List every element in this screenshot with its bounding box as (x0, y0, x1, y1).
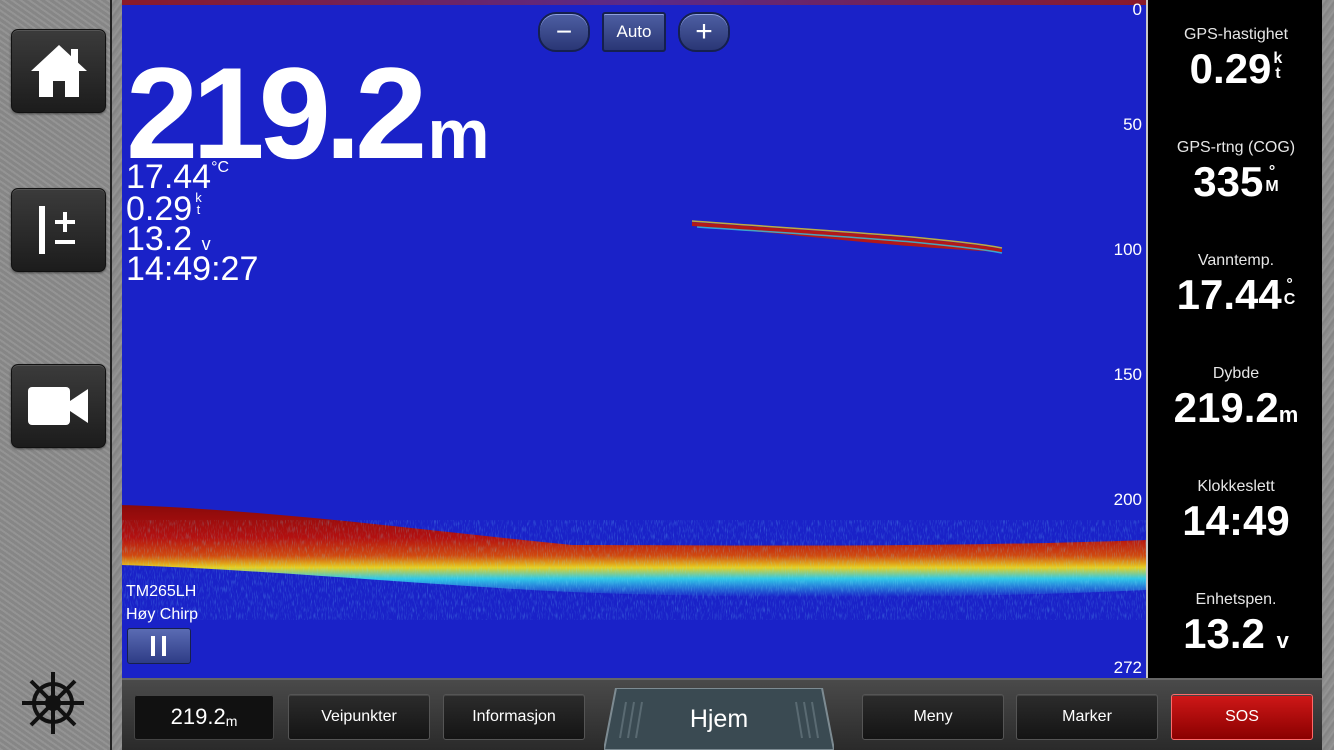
zoom-out-button[interactable]: − (538, 12, 590, 52)
depth-tick: 272 (1113, 658, 1142, 677)
menu-button[interactable]: Meny (862, 694, 1004, 740)
field-label: Klokkeslett (1197, 478, 1275, 495)
pause-button[interactable] (127, 628, 191, 664)
video-button[interactable] (11, 364, 106, 448)
ship-wheel-button[interactable] (20, 670, 86, 736)
transducer-model: TM265LH (126, 583, 197, 600)
left-sidebar (0, 0, 122, 750)
water-temp-readout: 17.44°C (126, 158, 230, 196)
home-button[interactable] (11, 29, 106, 113)
video-camera-icon (27, 387, 88, 425)
information-button[interactable]: Informasjon (443, 694, 585, 740)
gain-adjust-button[interactable] (11, 188, 106, 272)
field-value: 17.44 ° C (1176, 271, 1296, 318)
home-tab-button[interactable]: Hjem (604, 688, 834, 750)
frequency-mode: Høy Chirp (126, 606, 199, 623)
field-label: Enhetspen. (1195, 591, 1277, 608)
mark-button[interactable]: Marker (1016, 694, 1158, 740)
field-value: 14:49 (1182, 497, 1290, 544)
data-bar[interactable]: GPS-hastighet 0.29 k t GPS-rtng (COG) 335 °… (1146, 0, 1322, 678)
waypoints-button[interactable]: Veipunkter (288, 694, 430, 740)
home-icon (30, 45, 87, 97)
depth-tick: 150 (1113, 365, 1142, 384)
field-gps-course: GPS-rtng (COG) 335 ° M (1148, 139, 1324, 203)
pause-icon (151, 636, 166, 656)
field-value: 0.29 k t (1189, 45, 1283, 92)
auto-range-button[interactable]: Auto (602, 12, 666, 52)
ship-wheel-icon (22, 672, 84, 734)
field-label: Vanntemp. (1197, 252, 1275, 269)
field-label: GPS-rtng (COG) (1176, 139, 1296, 156)
field-gps-speed: GPS-hastighet 0.29 k t (1148, 26, 1324, 90)
bottom-bar: 219.2 m Veipunkter Informasjon Hjem Meny … (122, 678, 1322, 750)
field-clock: Klokkeslett 14:49 (1148, 478, 1324, 542)
field-depth: Dybde 219.2m (1148, 365, 1324, 429)
transducer-info: TM265LH Høy Chirp (126, 580, 198, 626)
depth-tick: 0 (1132, 0, 1142, 19)
field-value: 13.2 v (1183, 610, 1289, 657)
field-value: 219.2m (1173, 384, 1299, 431)
depth-data-field[interactable]: 219.2 m (134, 694, 274, 740)
sonar-display[interactable]: − Auto + 219.2m 17.44°C 0.29 k t 13.2 v 14… (122, 0, 1146, 678)
sos-button[interactable]: SOS (1171, 694, 1313, 740)
gain-adjust-icon (38, 206, 75, 254)
field-value: 335 ° M (1193, 158, 1279, 205)
field-water-temp: Vanntemp. 17.44 ° C (1148, 252, 1324, 316)
field-voltage: Enhetspen. 13.2 v (1148, 591, 1324, 655)
time-readout: 14:49:27 (126, 250, 259, 288)
field-label: GPS-hastighet (1183, 26, 1289, 43)
depth-tick: 100 (1113, 240, 1142, 259)
field-label: Dybde (1212, 365, 1260, 382)
right-edge-frame (1322, 0, 1334, 750)
zoom-in-button[interactable]: + (678, 12, 730, 52)
depth-tick: 200 (1113, 490, 1142, 509)
depth-tick: 50 (1123, 115, 1142, 134)
